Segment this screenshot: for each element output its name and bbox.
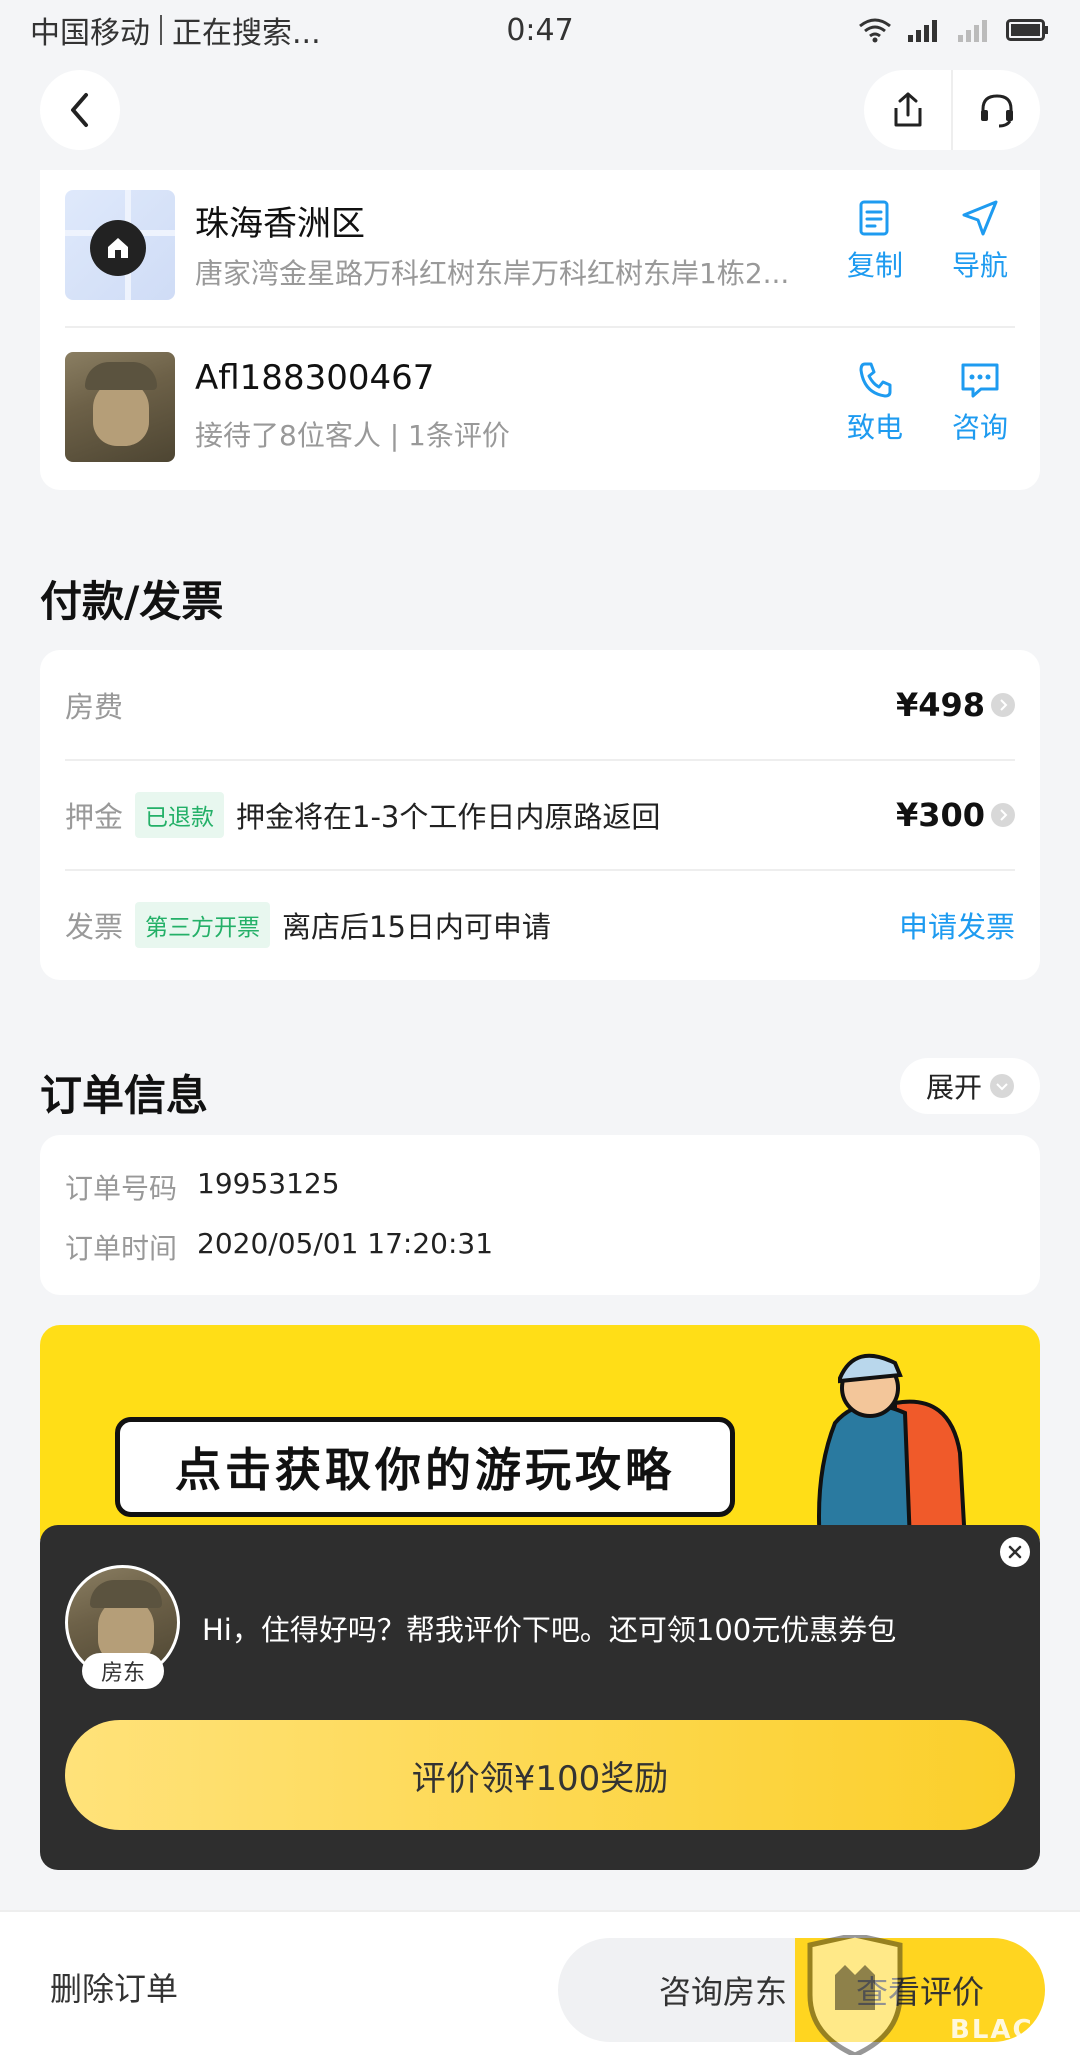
popup-message: Hi，住得好吗？帮我评价下吧。还可领100元优惠券包 bbox=[202, 1613, 897, 1647]
deposit-value: ¥300 bbox=[895, 796, 985, 834]
host-avatar[interactable] bbox=[65, 352, 175, 462]
expand-button[interactable]: 展开 bbox=[900, 1058, 1040, 1114]
order-time-label: 订单时间 bbox=[65, 1232, 178, 1265]
review-popup: 房东 Hi，住得好吗？帮我评价下吧。还可领100元优惠券包 评价领¥100奖励 bbox=[40, 1525, 1040, 1870]
share-icon bbox=[894, 92, 921, 127]
copy-icon bbox=[859, 200, 889, 236]
order-number-label: 订单号码 bbox=[65, 1172, 178, 1205]
share-button[interactable] bbox=[864, 70, 951, 150]
phone-icon bbox=[859, 362, 892, 398]
request-invoice-link[interactable]: 申请发票 bbox=[899, 904, 1015, 946]
order-time-row: 订单时间 2020/05/01 17:20:31 bbox=[65, 1227, 493, 1267]
cat-shield-icon bbox=[807, 1932, 903, 2058]
room-fee-row[interactable]: 房费 ¥498 bbox=[65, 650, 1015, 760]
order-number-row: 订单号码 19953125 bbox=[65, 1167, 340, 1207]
close-icon bbox=[1008, 1545, 1022, 1559]
chevron-left-icon bbox=[71, 93, 88, 127]
back-button[interactable] bbox=[40, 70, 120, 150]
network-activity: 正在搜索... bbox=[172, 16, 321, 51]
host-name: Afl188300467 bbox=[195, 358, 435, 398]
close-button[interactable] bbox=[1000, 1537, 1030, 1567]
chevron-right-icon bbox=[991, 803, 1015, 827]
top-actions bbox=[864, 70, 1040, 150]
consult-host-button[interactable]: 咨询 bbox=[935, 360, 1025, 446]
payment-section-title: 付款/发票 bbox=[40, 577, 224, 626]
status-icons bbox=[858, 17, 1050, 43]
chevron-down-icon bbox=[990, 1074, 1014, 1098]
deposit-label: 押金 bbox=[65, 800, 124, 834]
host-stats: 接待了8位客人 | 1条评价 bbox=[195, 419, 510, 452]
location-address: 唐家湾金星路万科红树东岸万科红树东岸1栋2... bbox=[195, 257, 790, 290]
deposit-row[interactable]: 押金 已退款 押金将在1-3个工作日内原路返回 ¥300 bbox=[65, 760, 1015, 870]
copy-label: 复制 bbox=[846, 249, 903, 282]
order-card: 订单号码 19953125 订单时间 2020/05/01 17:20:31 bbox=[40, 1135, 1040, 1295]
host-row: Afl188300467 接待了8位客人 | 1条评价 致电 咨询 bbox=[65, 352, 1015, 464]
host-role-badge: 房东 bbox=[82, 1653, 164, 1689]
message-icon bbox=[961, 363, 999, 398]
customer-service-button[interactable] bbox=[951, 70, 1040, 150]
navigate-button[interactable]: 导航 bbox=[935, 198, 1025, 284]
delete-order-button[interactable]: 删除订单 bbox=[50, 1964, 178, 2010]
deposit-amount: ¥300 bbox=[896, 796, 1015, 834]
status-bar: 中国移动 正在搜索... 0:47 bbox=[0, 0, 1080, 60]
room-fee-value: ¥498 bbox=[895, 686, 985, 724]
expand-label: 展开 bbox=[925, 1071, 982, 1104]
avatar-cap bbox=[85, 362, 157, 390]
review-reward-button[interactable]: 评价领¥100奖励 bbox=[65, 1720, 1015, 1830]
signal-empty-icon bbox=[958, 20, 987, 42]
navigate-label: 导航 bbox=[951, 249, 1008, 282]
travel-guide-banner[interactable]: 点击获取你的游玩攻略 bbox=[40, 1325, 1040, 1540]
wifi-icon bbox=[859, 18, 891, 43]
room-fee-amount: ¥498 bbox=[896, 686, 1015, 724]
banner-text: 点击获取你的游玩攻略 bbox=[115, 1417, 735, 1517]
battery-icon bbox=[1006, 19, 1048, 41]
chevron-right-icon bbox=[991, 693, 1015, 717]
order-time-value: 2020/05/01 17:20:31 bbox=[197, 1227, 494, 1260]
invoice-type-badge: 第三方开票 bbox=[135, 902, 271, 948]
order-number-value: 19953125 bbox=[197, 1167, 340, 1200]
location-title: 珠海香洲区 bbox=[195, 204, 365, 244]
watermark-text: BLACK CAT bbox=[950, 2015, 1056, 2060]
payment-card: 房费 ¥498 押金 已退款 押金将在1-3个工作日内原路返回 ¥300 发票 … bbox=[40, 650, 1040, 980]
navigation-icon bbox=[962, 200, 998, 236]
call-label: 致电 bbox=[846, 411, 903, 444]
map-thumbnail[interactable] bbox=[65, 190, 175, 300]
divider bbox=[65, 326, 1015, 328]
avatar-cap bbox=[90, 1580, 162, 1608]
consult-label: 咨询 bbox=[951, 411, 1008, 444]
status-separator bbox=[160, 15, 162, 45]
invoice-label: 发票 bbox=[65, 910, 124, 944]
host-card: 珠海香洲区 唐家湾金星路万科红树东岸万科红树东岸1栋2... 复制 导航 Afl… bbox=[40, 170, 1040, 490]
carrier-name: 中国移动 bbox=[30, 16, 150, 51]
headset-icon bbox=[980, 94, 1013, 128]
signal-icon bbox=[908, 20, 937, 42]
address-row: 珠海香洲区 唐家湾金星路万科红树东岸万科红树东岸1栋2... 复制 导航 bbox=[65, 190, 1015, 302]
hiker-illustration bbox=[817, 1353, 967, 1540]
order-section-title: 订单信息 bbox=[40, 1071, 209, 1120]
invoice-row: 发票 第三方开票 离店后15日内可申请 申请发票 bbox=[65, 870, 1015, 980]
status-left: 中国移动 正在搜索... bbox=[30, 8, 321, 52]
deposit-description: 押金将在1-3个工作日内原路返回 bbox=[236, 800, 661, 834]
watermark-logo: BLACK CAT bbox=[800, 1932, 1070, 2060]
copy-address-button[interactable]: 复制 bbox=[830, 198, 920, 284]
room-fee-label: 房费 bbox=[65, 690, 124, 724]
home-icon bbox=[108, 238, 128, 258]
call-host-button[interactable]: 致电 bbox=[830, 360, 920, 446]
home-pin bbox=[90, 220, 146, 276]
invoice-description: 离店后15日内可申请 bbox=[282, 910, 551, 944]
refund-status-badge: 已退款 bbox=[135, 792, 225, 838]
